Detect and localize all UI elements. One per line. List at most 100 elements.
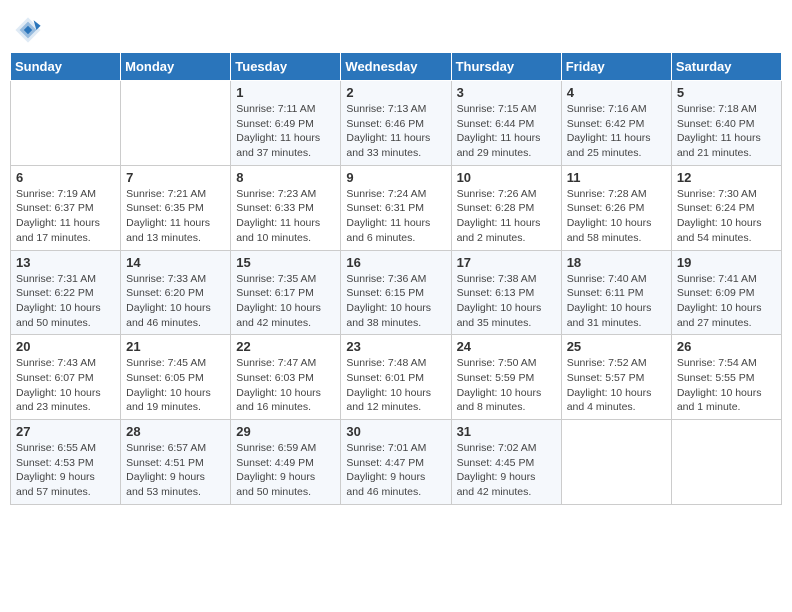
calendar-cell: 20Sunrise: 7:43 AMSunset: 6:07 PMDayligh… xyxy=(11,335,121,420)
day-info: Sunrise: 7:40 AMSunset: 6:11 PMDaylight:… xyxy=(567,272,666,331)
calendar-cell: 27Sunrise: 6:55 AMSunset: 4:53 PMDayligh… xyxy=(11,420,121,505)
page-header xyxy=(10,10,782,44)
day-number: 2 xyxy=(346,85,445,100)
weekday-header-saturday: Saturday xyxy=(671,53,781,81)
day-info: Sunrise: 7:48 AMSunset: 6:01 PMDaylight:… xyxy=(346,356,445,415)
day-number: 30 xyxy=(346,424,445,439)
day-number: 4 xyxy=(567,85,666,100)
calendar-cell: 14 Sunrise: 7:33 AMSunset: 6:20 PMDayligh… xyxy=(121,250,231,335)
week-row-2: 6 Sunrise: 7:19 AMSunset: 6:37 PMDaylight… xyxy=(11,165,782,250)
calendar-cell: 21 Sunrise: 7:45 AMSunset: 6:05 PMDayligh… xyxy=(121,335,231,420)
calendar-cell xyxy=(671,420,781,505)
calendar-cell: 18 Sunrise: 7:40 AMSunset: 6:11 PMDayligh… xyxy=(561,250,671,335)
calendar-cell: 31 Sunrise: 7:02 AMSunset: 4:45 PMDayligh… xyxy=(451,420,561,505)
calendar-cell: 25 Sunrise: 7:52 AMSunset: 5:57 PMDayligh… xyxy=(561,335,671,420)
day-info: Sunrise: 7:52 AMSunset: 5:57 PMDaylight:… xyxy=(567,356,666,415)
day-number: 17 xyxy=(457,255,556,270)
logo-icon xyxy=(14,16,42,44)
day-number: 13 xyxy=(16,255,115,270)
calendar-cell: 8Sunrise: 7:23 AMSunset: 6:33 PMDaylight… xyxy=(231,165,341,250)
calendar-cell: 26 Sunrise: 7:54 AMSunset: 5:55 PMDayligh… xyxy=(671,335,781,420)
day-info: Sunrise: 7:15 AMSunset: 6:44 PMDaylight:… xyxy=(457,102,556,161)
calendar-cell: 11 Sunrise: 7:28 AMSunset: 6:26 PMDayligh… xyxy=(561,165,671,250)
day-number: 26 xyxy=(677,339,776,354)
day-number: 15 xyxy=(236,255,335,270)
logo xyxy=(14,16,46,44)
day-number: 25 xyxy=(567,339,666,354)
week-row-3: 13Sunrise: 7:31 AMSunset: 6:22 PMDayligh… xyxy=(11,250,782,335)
weekday-header-friday: Friday xyxy=(561,53,671,81)
day-info: Sunrise: 7:30 AMSunset: 6:24 PMDaylight:… xyxy=(677,187,776,246)
calendar-cell: 19 Sunrise: 7:41 AMSunset: 6:09 PMDayligh… xyxy=(671,250,781,335)
calendar-cell: 30 Sunrise: 7:01 AMSunset: 4:47 PMDayligh… xyxy=(341,420,451,505)
calendar-cell: 3 Sunrise: 7:15 AMSunset: 6:44 PMDaylight… xyxy=(451,81,561,166)
day-info: Sunrise: 7:21 AMSunset: 6:35 PMDaylight:… xyxy=(126,187,225,246)
calendar-cell: 16 Sunrise: 7:36 AMSunset: 6:15 PMDayligh… xyxy=(341,250,451,335)
day-number: 1 xyxy=(236,85,335,100)
week-row-5: 27Sunrise: 6:55 AMSunset: 4:53 PMDayligh… xyxy=(11,420,782,505)
calendar-table: SundayMondayTuesdayWednesdayThursdayFrid… xyxy=(10,52,782,505)
day-info: Sunrise: 7:11 AMSunset: 6:49 PMDaylight:… xyxy=(236,102,335,161)
day-number: 21 xyxy=(126,339,225,354)
calendar-cell: 28 Sunrise: 6:57 AMSunset: 4:51 PMDayligh… xyxy=(121,420,231,505)
calendar-cell: 29 Sunrise: 6:59 AMSunset: 4:49 PMDayligh… xyxy=(231,420,341,505)
calendar-cell: 10 Sunrise: 7:26 AMSunset: 6:28 PMDayligh… xyxy=(451,165,561,250)
calendar-cell: 2 Sunrise: 7:13 AMSunset: 6:46 PMDaylight… xyxy=(341,81,451,166)
day-info: Sunrise: 7:43 AMSunset: 6:07 PMDaylight:… xyxy=(16,356,115,415)
day-number: 7 xyxy=(126,170,225,185)
day-number: 3 xyxy=(457,85,556,100)
weekday-header-monday: Monday xyxy=(121,53,231,81)
day-number: 22 xyxy=(236,339,335,354)
day-info: Sunrise: 7:19 AMSunset: 6:37 PMDaylight:… xyxy=(16,187,115,246)
day-number: 18 xyxy=(567,255,666,270)
day-info: Sunrise: 7:33 AMSunset: 6:20 PMDaylight:… xyxy=(126,272,225,331)
day-info: Sunrise: 7:13 AMSunset: 6:46 PMDaylight:… xyxy=(346,102,445,161)
calendar-cell xyxy=(11,81,121,166)
day-info: Sunrise: 7:26 AMSunset: 6:28 PMDaylight:… xyxy=(457,187,556,246)
weekday-header-tuesday: Tuesday xyxy=(231,53,341,81)
day-info: Sunrise: 7:16 AMSunset: 6:42 PMDaylight:… xyxy=(567,102,666,161)
day-number: 29 xyxy=(236,424,335,439)
day-info: Sunrise: 7:54 AMSunset: 5:55 PMDaylight:… xyxy=(677,356,776,415)
day-info: Sunrise: 7:28 AMSunset: 6:26 PMDaylight:… xyxy=(567,187,666,246)
day-number: 28 xyxy=(126,424,225,439)
calendar-cell: 6 Sunrise: 7:19 AMSunset: 6:37 PMDaylight… xyxy=(11,165,121,250)
calendar-cell: 7 Sunrise: 7:21 AMSunset: 6:35 PMDaylight… xyxy=(121,165,231,250)
calendar-cell: 22 Sunrise: 7:47 AMSunset: 6:03 PMDayligh… xyxy=(231,335,341,420)
day-number: 6 xyxy=(16,170,115,185)
calendar-cell: 24Sunrise: 7:50 AMSunset: 5:59 PMDayligh… xyxy=(451,335,561,420)
day-number: 24 xyxy=(457,339,556,354)
day-number: 31 xyxy=(457,424,556,439)
day-number: 19 xyxy=(677,255,776,270)
day-info: Sunrise: 7:45 AMSunset: 6:05 PMDaylight:… xyxy=(126,356,225,415)
calendar-cell xyxy=(561,420,671,505)
calendar-cell: 4 Sunrise: 7:16 AMSunset: 6:42 PMDaylight… xyxy=(561,81,671,166)
weekday-header-row: SundayMondayTuesdayWednesdayThursdayFrid… xyxy=(11,53,782,81)
day-number: 5 xyxy=(677,85,776,100)
weekday-header-thursday: Thursday xyxy=(451,53,561,81)
day-info: Sunrise: 7:02 AMSunset: 4:45 PMDaylight:… xyxy=(457,441,556,500)
day-number: 16 xyxy=(346,255,445,270)
weekday-header-sunday: Sunday xyxy=(11,53,121,81)
day-info: Sunrise: 7:23 AMSunset: 6:33 PMDaylight:… xyxy=(236,187,335,246)
day-info: Sunrise: 7:36 AMSunset: 6:15 PMDaylight:… xyxy=(346,272,445,331)
calendar-cell: 12 Sunrise: 7:30 AMSunset: 6:24 PMDayligh… xyxy=(671,165,781,250)
calendar-cell xyxy=(121,81,231,166)
day-info: Sunrise: 7:47 AMSunset: 6:03 PMDaylight:… xyxy=(236,356,335,415)
calendar-cell: 15Sunrise: 7:35 AMSunset: 6:17 PMDayligh… xyxy=(231,250,341,335)
day-number: 14 xyxy=(126,255,225,270)
week-row-4: 20Sunrise: 7:43 AMSunset: 6:07 PMDayligh… xyxy=(11,335,782,420)
day-number: 27 xyxy=(16,424,115,439)
calendar-cell: 1 Sunrise: 7:11 AMSunset: 6:49 PMDaylight… xyxy=(231,81,341,166)
day-info: Sunrise: 7:41 AMSunset: 6:09 PMDaylight:… xyxy=(677,272,776,331)
day-info: Sunrise: 6:57 AMSunset: 4:51 PMDaylight:… xyxy=(126,441,225,500)
day-info: Sunrise: 7:38 AMSunset: 6:13 PMDaylight:… xyxy=(457,272,556,331)
day-info: Sunrise: 6:59 AMSunset: 4:49 PMDaylight:… xyxy=(236,441,335,500)
day-number: 11 xyxy=(567,170,666,185)
day-number: 12 xyxy=(677,170,776,185)
weekday-header-wednesday: Wednesday xyxy=(341,53,451,81)
day-number: 10 xyxy=(457,170,556,185)
calendar-cell: 13Sunrise: 7:31 AMSunset: 6:22 PMDayligh… xyxy=(11,250,121,335)
day-info: Sunrise: 7:18 AMSunset: 6:40 PMDaylight:… xyxy=(677,102,776,161)
day-info: Sunrise: 7:01 AMSunset: 4:47 PMDaylight:… xyxy=(346,441,445,500)
